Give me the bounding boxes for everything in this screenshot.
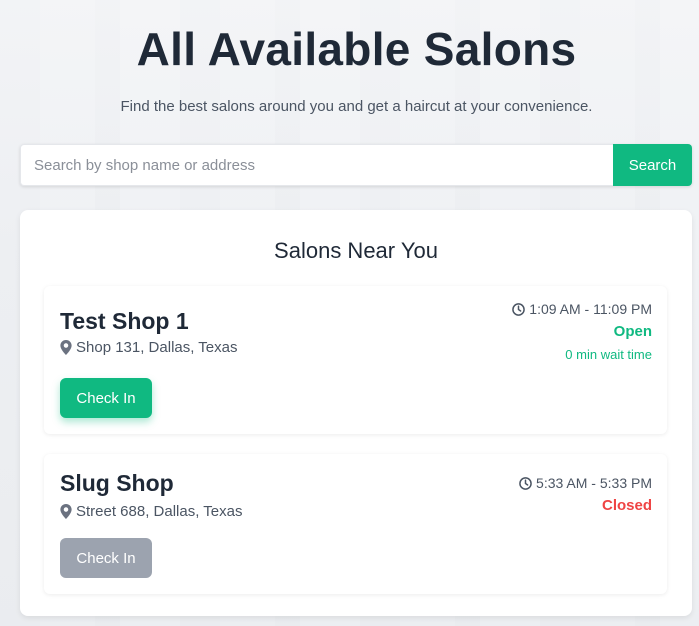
map-pin-icon <box>60 340 72 355</box>
page-subtitle: Find the best salons around you and get … <box>120 98 593 115</box>
salon-name: Slug Shop <box>60 470 174 496</box>
salon-hours-text: 1:09 AM - 11:09 PM <box>529 301 652 317</box>
check-in-button[interactable]: Check In <box>60 538 152 578</box>
salon-hours: 1:09 AM - 11:09 PM <box>512 301 652 317</box>
salon-address-text: Street 688, Dallas, Texas <box>76 503 243 520</box>
search-input[interactable] <box>20 144 613 186</box>
salon-hours-text: 5:33 AM - 5:33 PM <box>536 475 652 491</box>
status-badge: Open <box>613 323 652 340</box>
search-button[interactable]: Search <box>613 144 692 186</box>
panel-title: Salons Near You <box>274 238 438 263</box>
check-in-button[interactable]: Check In <box>60 378 152 418</box>
salon-address-text: Shop 131, Dallas, Texas <box>76 339 238 356</box>
salon-address: Shop 131, Dallas, Texas <box>60 339 238 356</box>
salon-hours: 5:33 AM - 5:33 PM <box>519 475 652 491</box>
status-badge: Closed <box>601 497 652 514</box>
salon-card: Test Shop 1 Shop 131, Dallas, Texas 1:09… <box>44 286 667 434</box>
search-bar: Search <box>20 144 692 186</box>
salon-card: Slug Shop Street 688, Dallas, Texas 5:33… <box>44 454 667 594</box>
salon-name: Test Shop 1 <box>60 308 189 334</box>
clock-icon <box>519 476 532 490</box>
salon-address: Street 688, Dallas, Texas <box>60 503 242 520</box>
map-pin-icon <box>60 504 72 519</box>
page-title: All Available Salons <box>136 23 577 75</box>
wait-time: 0 min wait time <box>565 347 652 362</box>
clock-icon <box>512 302 526 316</box>
salons-panel: Salons Near You Test Shop 1 Shop 131, Da… <box>20 210 692 616</box>
